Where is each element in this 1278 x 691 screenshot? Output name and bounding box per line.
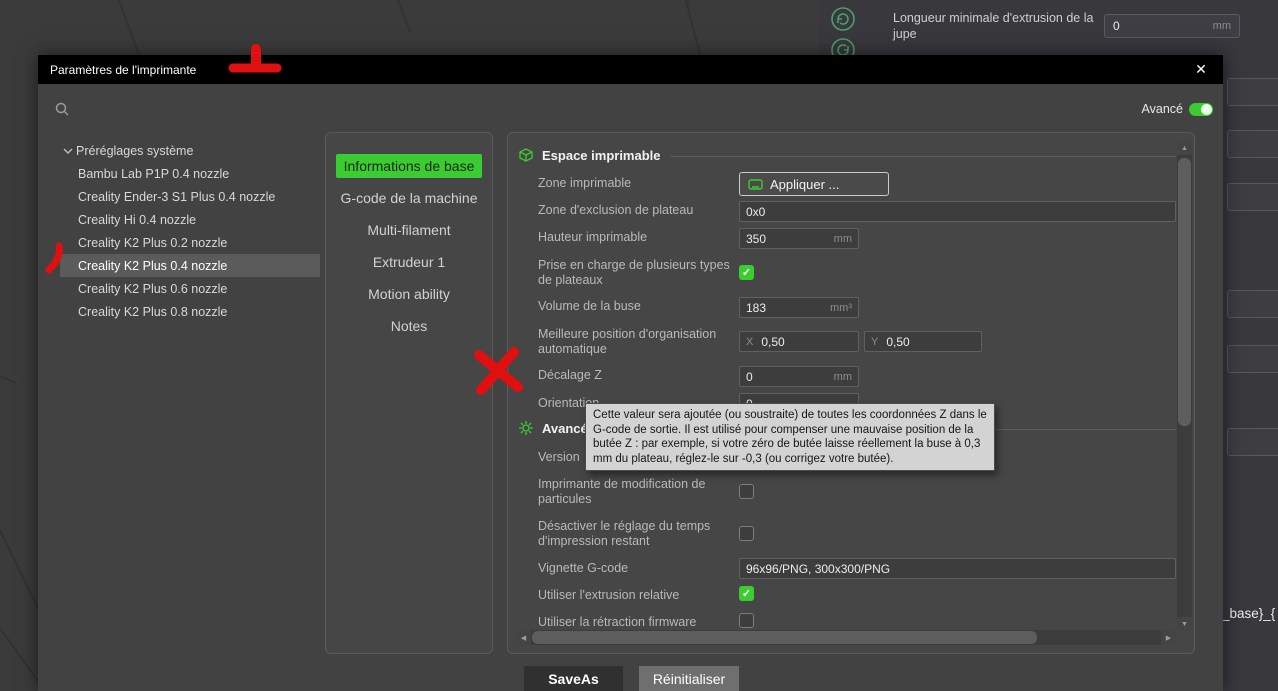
- best-position-x-input[interactable]: X 0,50: [739, 331, 859, 352]
- z-offset-value: 0: [746, 369, 753, 384]
- preset-tree: Préréglages système Bambu Lab P1P 0.4 no…: [60, 139, 320, 323]
- tree-item-preset[interactable]: Creality K2 Plus 0.2 nozzle: [60, 231, 320, 254]
- scroll-left-button[interactable]: ◀: [516, 630, 531, 645]
- gcode-thumbnail-input[interactable]: 96x96/PNG, 300x300/PNG: [739, 558, 1176, 579]
- close-button[interactable]: ✕: [1187, 55, 1215, 84]
- background-code-fragment: _base}_{: [1222, 606, 1276, 621]
- bed-exclude-value: 0x0: [746, 204, 766, 219]
- reset-button[interactable]: Réinitialiser: [639, 666, 739, 691]
- save-as-button[interactable]: SaveAs: [524, 666, 623, 691]
- tree-item-preset[interactable]: Creality K2 Plus 0.8 nozzle: [60, 300, 320, 323]
- nozzle-volume-value: 183: [746, 300, 767, 315]
- x-value: 0,50: [761, 334, 785, 349]
- multi-bed-support-checkbox[interactable]: [739, 265, 754, 280]
- dialog-titlebar[interactable]: Paramètres de l'imprimante ✕: [38, 55, 1223, 84]
- apply-button-label: Appliquer ...: [770, 176, 840, 192]
- label-best-position: Meilleure position d'organisation automa…: [538, 327, 717, 356]
- printable-height-unit: mm: [833, 232, 852, 245]
- printable-area-apply-button[interactable]: Appliquer ...: [739, 172, 889, 196]
- disable-remaining-time-checkbox[interactable]: [739, 526, 754, 541]
- particle-modification-checkbox[interactable]: [739, 484, 754, 499]
- advanced-label: Avancé: [1141, 102, 1183, 116]
- z-offset-unit: mm: [833, 370, 852, 383]
- label-printable-area: Zone imprimable: [538, 176, 632, 190]
- settings-form-panel: Espace imprimable Zone imprimable Appliq…: [507, 132, 1195, 654]
- printer-settings-dialog: Paramètres de l'imprimante ✕ Avancé Prér…: [38, 55, 1223, 691]
- label-multi-bed-support: Prise en charge de plusieurs types de pl…: [538, 258, 730, 287]
- label-nozzle-volume: Volume de la buse: [538, 299, 641, 313]
- tab-multi-filament[interactable]: Multi-filament: [336, 214, 482, 246]
- section-advanced: Avancé: [518, 420, 588, 436]
- slicer-screen: Longueur minimale d'extrusion de la jupe…: [0, 0, 1278, 691]
- background-partial-input: [1227, 78, 1278, 106]
- tree-item-preset[interactable]: Bambu Lab P1P 0.4 nozzle: [60, 162, 320, 185]
- label-relative-extrusion: Utiliser l'extrusion relative: [538, 588, 680, 602]
- firmware-retraction-checkbox[interactable]: [739, 613, 754, 628]
- tree-item-preset-selected[interactable]: Creality K2 Plus 0.4 nozzle: [60, 254, 320, 277]
- advanced-gear-icon: [519, 421, 533, 435]
- rotate-icon: [831, 7, 855, 31]
- tree-item-preset[interactable]: Creality K2 Plus 0.6 nozzle: [60, 277, 320, 300]
- tab-machine-gcode[interactable]: G-code de la machine: [336, 182, 482, 214]
- nozzle-volume-unit: mm³: [830, 301, 852, 314]
- label-particle-modification: Imprimante de modification de particules: [538, 477, 706, 506]
- x-prefix: X: [746, 335, 754, 348]
- gcode-thumbnail-value: 96x96/PNG, 300x300/PNG: [746, 561, 891, 576]
- y-prefix: Y: [871, 335, 879, 348]
- bed-exclude-area-input[interactable]: 0x0: [739, 201, 1176, 222]
- tab-extruder-1[interactable]: Extrudeur 1: [336, 246, 482, 278]
- search-icon[interactable]: [54, 101, 70, 117]
- z-offset-input[interactable]: 0 mm: [739, 366, 859, 387]
- section-divider: [670, 156, 1176, 157]
- settings-tab-list: Informations de base G-code de la machin…: [325, 132, 493, 654]
- background-partial-input: [1227, 290, 1278, 318]
- background-partial-input: [1227, 428, 1278, 456]
- advanced-toggle[interactable]: [1189, 102, 1213, 116]
- skirt-min-extrusion-label: Longueur minimale d'extrusion de la jupe: [893, 11, 1094, 41]
- tab-notes[interactable]: Notes: [336, 310, 482, 342]
- vertical-scrollbar-thumb[interactable]: [1178, 158, 1191, 426]
- scroll-down-button[interactable]: ▼: [1177, 617, 1192, 631]
- bed-shape-icon: [748, 178, 763, 190]
- chevron-down-icon[interactable]: [60, 147, 76, 155]
- background-partial-input: [1227, 183, 1278, 211]
- toggle-knob: [1201, 103, 1212, 115]
- tree-root-system-presets[interactable]: Préréglages système: [60, 139, 320, 162]
- printable-height-value: 350: [746, 231, 767, 246]
- tree-item-preset[interactable]: Creality Hi 0.4 nozzle: [60, 208, 320, 231]
- skirt-min-extrusion-input[interactable]: 0 mm: [1104, 14, 1240, 38]
- label-disable-remaining-time: Désactiver le réglage du temps d'impress…: [538, 519, 711, 548]
- nozzle-volume-input[interactable]: 183 mm³: [739, 297, 859, 318]
- printable-height-input[interactable]: 350 mm: [739, 228, 859, 249]
- y-value: 0,50: [886, 334, 910, 349]
- skirt-unit: mm: [1212, 20, 1231, 32]
- label-printable-height: Hauteur imprimable: [538, 230, 648, 244]
- label-gcode-thumbnail: Vignette G-code: [538, 561, 629, 575]
- label-bed-exclude-area: Zone d'exclusion de plateau: [538, 203, 694, 217]
- z-offset-tooltip: Cette valeur sera ajoutée (ou soustraite…: [585, 403, 995, 471]
- background-partial-input: [1227, 345, 1278, 373]
- printable-space-icon: [519, 148, 533, 162]
- scroll-right-button[interactable]: ▶: [1161, 630, 1176, 645]
- tree-root-label: Préréglages système: [76, 143, 194, 158]
- dialog-title: Paramètres de l'imprimante: [50, 62, 197, 77]
- scroll-up-button[interactable]: ▲: [1177, 141, 1192, 155]
- background-partial-input: [1227, 130, 1278, 158]
- tree-item-preset[interactable]: Creality Ender-3 S1 Plus 0.4 nozzle: [60, 185, 320, 208]
- label-firmware-retraction: Utiliser la rétraction firmware: [538, 615, 697, 629]
- advanced-mode-row: Avancé: [1142, 102, 1213, 116]
- best-position-y-input[interactable]: Y 0,50: [864, 331, 982, 352]
- horizontal-scrollbar-thumb[interactable]: [532, 631, 1037, 644]
- section-title: Avancé: [542, 420, 588, 436]
- section-title: Espace imprimable: [542, 147, 661, 163]
- section-printable-space: Espace imprimable: [518, 147, 661, 163]
- relative-extrusion-checkbox[interactable]: [739, 586, 754, 601]
- skirt-value: 0: [1113, 19, 1120, 33]
- tab-motion-ability[interactable]: Motion ability: [336, 278, 482, 310]
- label-z-offset: Décalage Z: [538, 368, 602, 382]
- tab-basic-information[interactable]: Informations de base: [336, 154, 482, 178]
